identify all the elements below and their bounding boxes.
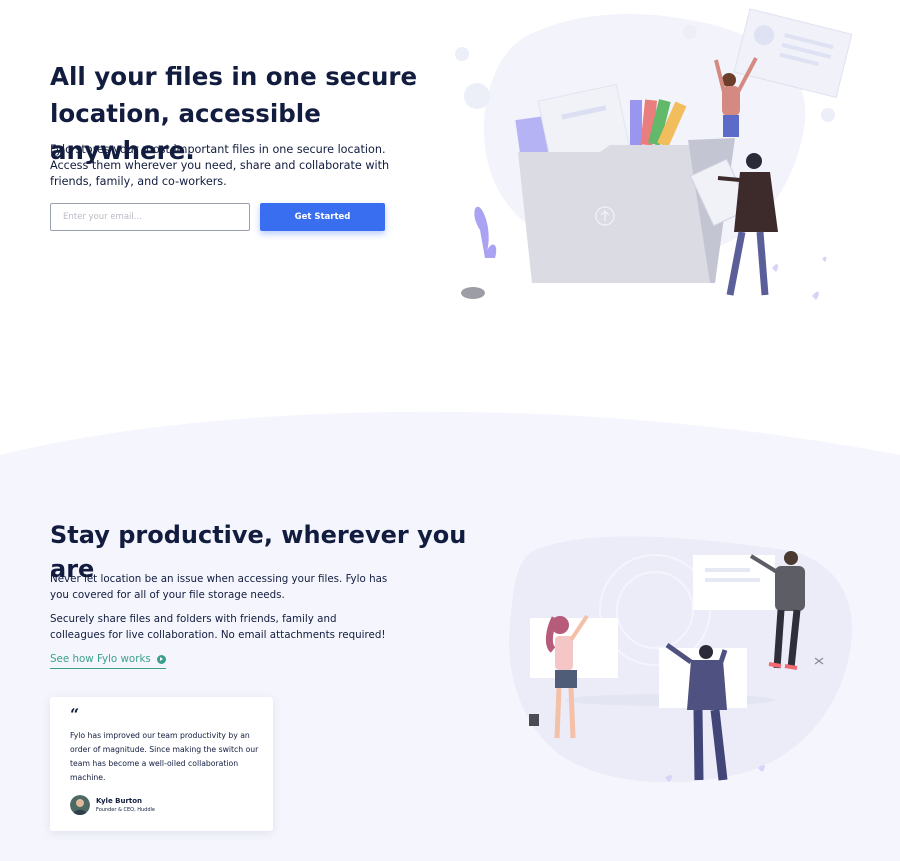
hero-description: Fylo stores your most important files in… (50, 143, 390, 188)
email-input[interactable] (50, 203, 250, 231)
collaboration-illustration (509, 536, 853, 783)
features-paragraph-2: Securely share files and folders with fr… (50, 613, 386, 641)
see-how-link-label: See how Fylo works (50, 653, 151, 665)
quote-icon: “ (70, 705, 80, 724)
see-how-fylo-works-link[interactable]: See how Fylo works (50, 652, 166, 669)
avatar (70, 795, 90, 815)
hero-illustration (455, 8, 853, 300)
testimonial-quote: Fylo has improved our team productivity … (70, 731, 259, 782)
author-name: Kyle Burton (96, 797, 143, 805)
testimonial-card: “ Fylo has improved our team productivit… (50, 697, 273, 831)
author-role: Founder & CEO, Huddle (96, 807, 155, 813)
features-paragraph-1: Never let location be an issue when acce… (50, 573, 388, 601)
hero-section: All your files in one secure location, a… (0, 0, 900, 410)
get-started-button[interactable]: Get Started (260, 203, 385, 231)
arrow-circle-icon (156, 654, 166, 664)
